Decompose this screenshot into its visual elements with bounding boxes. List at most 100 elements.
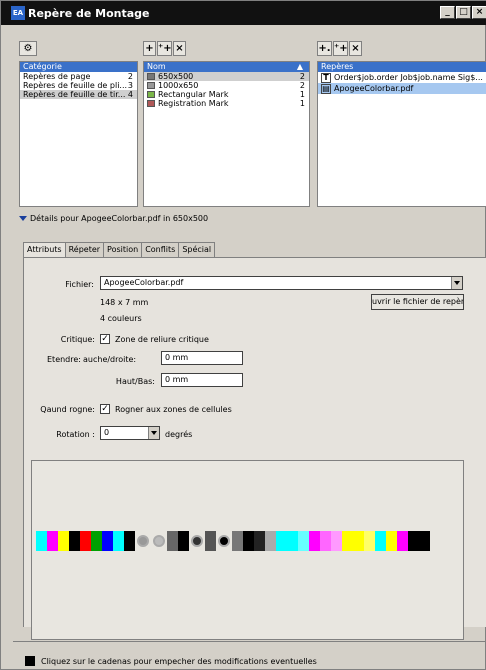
- name-header-label: Nom: [147, 62, 166, 71]
- category-item[interactable]: Repères de feuille de tir... 4: [20, 90, 137, 99]
- footer-divider: [13, 641, 486, 642]
- window: EA Repère de Montage _ □ × ⚙ + ⁺+ × +. ⁺…: [0, 0, 486, 670]
- category-count: 4: [127, 90, 133, 99]
- colorbar-patch: [91, 531, 102, 551]
- footer-text: Cliquez sur le cadenas pour empecher des…: [41, 657, 317, 666]
- haut-input[interactable]: 0 mm: [161, 373, 243, 387]
- haut-label: Haut/Bas:: [115, 377, 155, 386]
- tab-3[interactable]: Conflits: [141, 242, 180, 257]
- colorbar-circle: [137, 535, 149, 547]
- colorbar-patch: [167, 531, 178, 551]
- name-count: 1: [299, 99, 305, 108]
- details-toggle[interactable]: Détails pour ApogeeColorbar.pdf in 650x5…: [19, 214, 208, 223]
- colorbar-preview: [36, 531, 430, 551]
- colorbar-patch: [298, 531, 309, 551]
- colorbar-patch: [124, 531, 135, 551]
- delete-mark-button[interactable]: ×: [349, 41, 362, 56]
- swatch-icon: [147, 100, 155, 107]
- category-item[interactable]: Repères de feuille de pli... 3: [20, 81, 137, 90]
- minimize-button[interactable]: _: [440, 6, 455, 19]
- category-label: Repères de feuille de pli...: [23, 81, 128, 90]
- colorbar-patch: [408, 531, 419, 551]
- colorbar-patch: [364, 531, 375, 551]
- app-icon: EA: [11, 6, 25, 20]
- colorbar-patch: [47, 531, 58, 551]
- details-label: Détails pour ApogeeColorbar.pdf in 650x5…: [30, 214, 209, 223]
- colorbar-circle: [191, 535, 203, 547]
- name-label: Rectangular Mark: [158, 90, 229, 99]
- tab-4[interactable]: Spécial: [178, 242, 216, 257]
- size-text: 148 x 7 mm: [100, 298, 149, 307]
- colorbar-circle: [218, 535, 230, 547]
- colorbar-patch: [178, 531, 189, 551]
- name-header[interactable]: Nom ▲: [144, 62, 309, 72]
- colorbar-patch: [342, 531, 353, 551]
- colorbar-patch: [232, 531, 243, 551]
- colorbar-patch: [102, 531, 113, 551]
- category-panel: Catégorie Repères de page 2 Repères de feu…: [19, 61, 138, 207]
- close-button[interactable]: ×: [472, 6, 486, 19]
- tab-0[interactable]: Attributs: [23, 242, 66, 258]
- chevron-down-icon: [148, 427, 159, 439]
- colorbar-patch: [419, 531, 430, 551]
- swatch-icon: [147, 73, 155, 80]
- colorbar-patch: [243, 531, 254, 551]
- colorbar-patch: [287, 531, 298, 551]
- category-item[interactable]: Repères de page 2: [20, 72, 137, 81]
- title-bar: EA Repère de Montage _ □ ×: [1, 1, 486, 25]
- rotation-select[interactable]: 0: [100, 426, 160, 440]
- add-mark-button[interactable]: +.: [317, 41, 332, 56]
- gauche-input[interactable]: 0 mm: [161, 351, 243, 365]
- colorbar-patch: [113, 531, 124, 551]
- colorbar-patch: [265, 531, 276, 551]
- add-button[interactable]: +: [143, 41, 156, 56]
- category-label: Repères de feuille de tir...: [23, 90, 126, 99]
- colorbar-patch: [331, 531, 342, 551]
- mark-preview: [31, 460, 464, 640]
- name-label: 1000x650: [158, 81, 199, 90]
- name-item[interactable]: 650x500 2: [144, 72, 309, 81]
- tab-2[interactable]: Position: [103, 242, 143, 257]
- colorbar-patch: [309, 531, 320, 551]
- name-item[interactable]: Rectangular Mark 1: [144, 90, 309, 99]
- delete-button[interactable]: ×: [173, 41, 186, 56]
- rogne-check-label: Rogner aux zones de cellules: [115, 405, 232, 414]
- sort-up-icon: ▲: [296, 62, 303, 71]
- fichier-select[interactable]: ApogeeColorbar.pdf: [100, 276, 463, 290]
- rogne-label: Qaund rogne:: [40, 405, 95, 414]
- colorbar-patch: [205, 531, 216, 551]
- colors-text: 4 couleurs: [100, 314, 142, 323]
- settings-gear-button[interactable]: ⚙: [19, 41, 37, 56]
- rogne-checkbox[interactable]: ✓: [100, 404, 110, 414]
- mark-label: ApogeeColorbar.pdf: [334, 84, 414, 93]
- tab-bar: Attributs Répeter Position Conflits Spécial: [23, 242, 216, 258]
- gear-icon: ⚙: [23, 43, 33, 54]
- name-item[interactable]: Registration Mark 1: [144, 99, 309, 108]
- name-count: 2: [299, 72, 305, 81]
- maximize-button[interactable]: □: [456, 6, 471, 19]
- add-multiple-marks-button[interactable]: ⁺+: [333, 41, 348, 56]
- marks-panel: Repères T Order$job.order Job$job.name Si…: [317, 61, 486, 207]
- colorbar-patch: [320, 531, 331, 551]
- colorbar-circle: [153, 535, 165, 547]
- mark-item[interactable]: T Order$job.order Job$job.name Sig$...: [318, 72, 486, 83]
- colorbar-patch: [80, 531, 91, 551]
- colorbar-patch: [254, 531, 265, 551]
- mark-item[interactable]: ▤ ApogeeColorbar.pdf: [318, 83, 486, 94]
- critique-check-label: Zone de reliure critique: [115, 335, 209, 344]
- fichier-value: ApogeeColorbar.pdf: [104, 278, 184, 287]
- swatch-icon: [147, 82, 155, 89]
- name-item[interactable]: 1000x650 2: [144, 81, 309, 90]
- name-panel: Nom ▲ 650x500 2 1000x650 2 Rectangular Mark 1…: [143, 61, 310, 207]
- name-label: Registration Mark: [158, 99, 229, 108]
- colorbar-patch: [353, 531, 364, 551]
- lock-icon[interactable]: [25, 656, 35, 666]
- critique-checkbox[interactable]: ✓: [100, 334, 110, 344]
- chevron-down-icon: [451, 277, 462, 289]
- window-title: Repère de Montage: [28, 6, 150, 20]
- open-mark-file-button[interactable]: uvrir le fichier de repère: [371, 294, 464, 310]
- pdf-icon: ▤: [321, 84, 331, 94]
- add-multiple-button[interactable]: ⁺+: [157, 41, 172, 56]
- disclosure-triangle-icon: [19, 216, 27, 221]
- tab-1[interactable]: Répeter: [64, 242, 105, 257]
